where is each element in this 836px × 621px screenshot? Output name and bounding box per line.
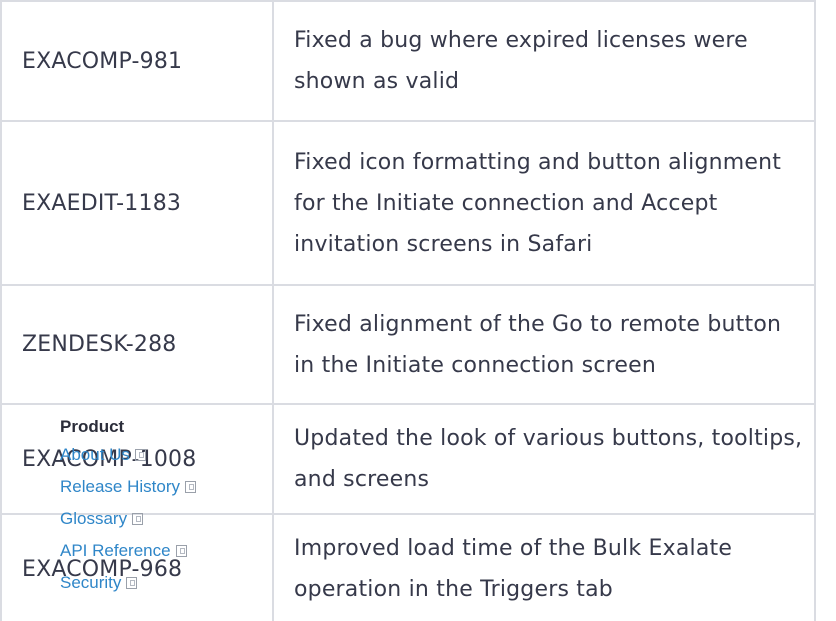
footer-link-about-us[interactable]: About Us: [60, 444, 260, 466]
footer-link-label: Release History: [60, 477, 180, 496]
issue-key-cell: ZENDESK-288: [0, 284, 274, 405]
footer-link-label: API Reference: [60, 541, 171, 560]
table-row: ZENDESK-288 Fixed alignment of the Go to…: [0, 284, 816, 405]
external-link-icon: [126, 577, 138, 589]
footer-product-menu: Product About Us Release History Glossar…: [60, 414, 260, 604]
external-link-icon: [134, 449, 146, 461]
footer-product-heading: Product: [60, 417, 125, 436]
footer-link-glossary[interactable]: Glossary: [60, 508, 260, 530]
footer-link-label: Glossary: [60, 509, 128, 528]
issue-description-cell: Fixed a bug where expired licenses were …: [272, 0, 816, 122]
issue-description-cell: Improved load time of the Bulk Exalate o…: [272, 513, 816, 621]
issue-key-cell: EXACOMP-981: [0, 0, 274, 122]
external-link-icon: [185, 481, 196, 493]
external-link-icon: [175, 545, 187, 557]
external-link-icon: [132, 513, 144, 525]
table-row: EXACOMP-981 Fixed a bug where expired li…: [0, 0, 816, 122]
issue-description-cell: Fixed alignment of the Go to remote butt…: [272, 284, 816, 405]
footer-link-release-history[interactable]: Release History: [60, 476, 260, 498]
table-row: EXAEDIT-1183 Fixed icon formatting and b…: [0, 120, 816, 286]
footer-link-label: About Us: [60, 445, 130, 464]
footer-link-label: Security: [60, 573, 122, 592]
issue-description-cell: Fixed icon formatting and button alignme…: [272, 120, 816, 286]
footer-link-api-reference[interactable]: API Reference: [60, 540, 260, 562]
issue-key-cell: EXAEDIT-1183: [0, 120, 274, 286]
issue-description-cell: Updated the look of various buttons, too…: [272, 403, 816, 515]
footer-link-security[interactable]: Security: [60, 572, 260, 594]
